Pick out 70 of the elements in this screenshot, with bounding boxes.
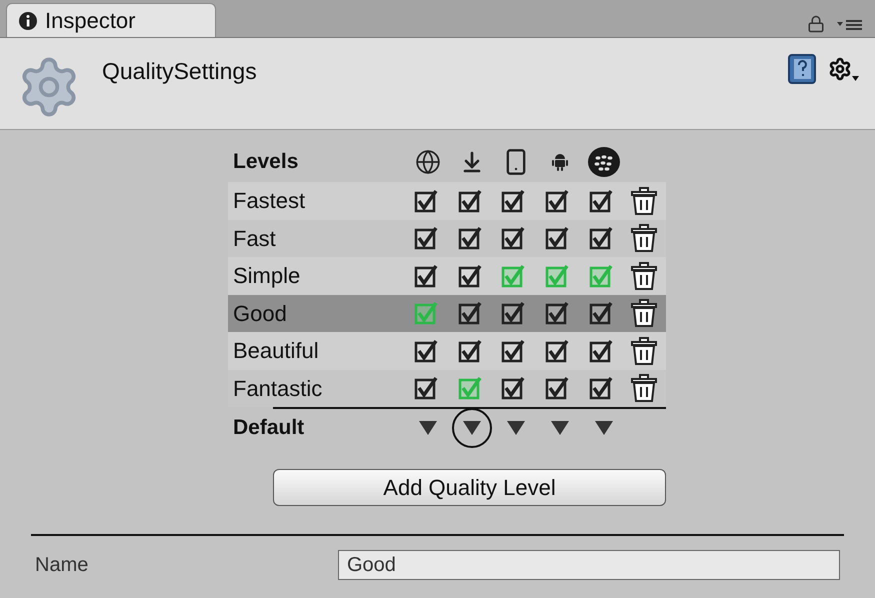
checkbox[interactable] — [501, 301, 526, 326]
level-name: Fantastic — [232, 374, 324, 403]
checkbox[interactable] — [458, 188, 482, 213]
checkbox[interactable] — [501, 376, 526, 400]
checkbox[interactable] — [458, 338, 482, 363]
checkbox[interactable] — [414, 226, 438, 250]
checkbox[interactable] — [501, 188, 526, 213]
checkbox[interactable] — [414, 376, 438, 400]
dropdown-arrow-icon — [551, 421, 569, 435]
caret-icon — [852, 76, 859, 81]
default-label: Default — [232, 415, 306, 442]
trash-icon[interactable] — [631, 224, 658, 252]
checkbox[interactable] — [414, 264, 438, 288]
dropdown-arrow-icon — [419, 421, 437, 435]
inspector-tab[interactable]: Inspector — [6, 3, 216, 37]
dropdown-arrow-icon — [463, 421, 481, 435]
checkbox[interactable] — [458, 376, 482, 400]
quality-level-row[interactable]: Good — [228, 294, 666, 332]
level-name: Simple — [232, 262, 302, 290]
dropdown-arrow-icon — [507, 421, 525, 435]
checkbox[interactable] — [545, 188, 569, 213]
checkbox[interactable] — [588, 264, 613, 288]
level-name: Fast — [232, 224, 277, 253]
level-name: Good — [232, 300, 288, 328]
checkbox[interactable] — [501, 226, 526, 250]
trash-icon[interactable] — [631, 262, 658, 290]
help-book-icon[interactable] — [788, 54, 816, 84]
dropdown-arrow-icon — [595, 421, 613, 435]
settings-dropdown[interactable] — [828, 57, 859, 81]
component-title: QualitySettings — [102, 57, 257, 86]
name-field[interactable]: Good — [338, 550, 840, 580]
trash-icon[interactable] — [631, 336, 658, 365]
tab-title: Inspector — [45, 7, 136, 35]
checkbox[interactable] — [414, 338, 438, 363]
dots-circle-icon — [588, 147, 620, 177]
levels-heading: Levels — [232, 149, 300, 176]
info-icon — [19, 12, 37, 30]
robot-icon — [552, 152, 568, 172]
trash-icon[interactable] — [631, 299, 658, 328]
checkbox[interactable] — [588, 301, 613, 326]
level-name: Fastest — [232, 187, 306, 216]
default-dropdown[interactable] — [452, 408, 492, 448]
checkbox[interactable] — [458, 226, 482, 250]
checkbox[interactable] — [588, 188, 613, 213]
checkbox[interactable] — [545, 301, 569, 326]
name-label: Name — [35, 553, 90, 578]
quality-level-row[interactable]: Fastest — [228, 182, 666, 220]
level-name: Beautiful — [232, 337, 320, 366]
trash-icon[interactable] — [631, 186, 658, 215]
quality-level-row[interactable]: Beautiful — [228, 332, 666, 370]
globe-icon — [415, 149, 441, 175]
checkbox[interactable] — [414, 301, 438, 326]
add-quality-level-button[interactable]: Add Quality Level — [273, 469, 666, 506]
settings-icon[interactable] — [828, 57, 852, 81]
checkbox[interactable] — [501, 264, 526, 288]
lock-icon[interactable] — [807, 15, 825, 33]
menu-icon[interactable] — [837, 17, 863, 31]
checkbox[interactable] — [458, 301, 482, 326]
checkbox[interactable] — [414, 188, 438, 213]
checkbox[interactable] — [545, 338, 569, 363]
checkbox[interactable] — [545, 264, 569, 288]
checkbox[interactable] — [545, 226, 569, 250]
checkbox[interactable] — [458, 264, 482, 288]
trash-icon[interactable] — [631, 374, 658, 402]
checkbox[interactable] — [588, 226, 613, 250]
checkbox[interactable] — [501, 338, 526, 363]
checkbox[interactable] — [588, 338, 613, 363]
checkbox[interactable] — [545, 376, 569, 400]
checkbox[interactable] — [588, 376, 613, 400]
quality-level-row[interactable]: Simple — [228, 257, 666, 294]
